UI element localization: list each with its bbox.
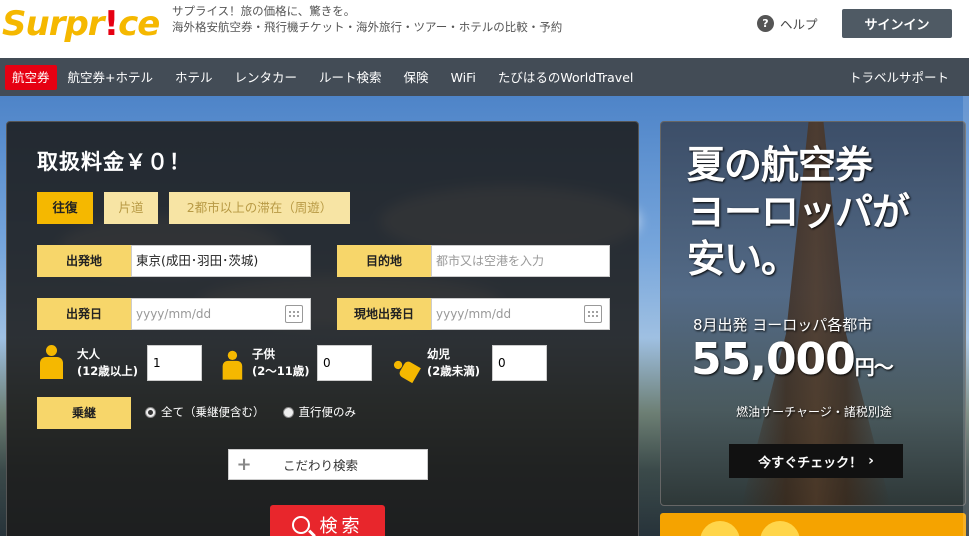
site-header: Surpr!ce サプライス！旅の価格に、驚きを。 海外格安航空券・飛行機チケッ… <box>0 0 969 58</box>
promo-note: 燃油サーチャージ・諸税別途 <box>736 405 892 419</box>
promo-check-button[interactable]: 今すぐチェック！ › <box>729 444 903 478</box>
destination-label: 目的地 <box>337 245 431 277</box>
transit-all-radio[interactable] <box>145 406 156 418</box>
flight-search-panel: 取扱料金￥０！ 往復 片道 2都市以上の滞在（周遊） 出発地 東京(成田･羽田･… <box>6 121 639 536</box>
site-tagline: サプライス！旅の価格に、驚きを。 海外格安航空券・飛行機チケット・海外旅行・ツア… <box>172 4 563 34</box>
promo-banner-secondary[interactable] <box>660 513 966 536</box>
promo-heading: 夏の航空券 ヨーロッパが 安い。 <box>687 143 910 281</box>
nav-item-rentacar[interactable]: レンタカー <box>224 65 309 90</box>
nav-item-hotel[interactable]: ホテル <box>164 65 224 90</box>
promo-price: 55,000円〜 <box>691 334 894 385</box>
plus-icon: + <box>236 454 252 475</box>
tab-roundtrip[interactable]: 往復 <box>37 192 93 224</box>
nav-item-flight-hotel[interactable]: 航空券+ホテル <box>57 65 164 90</box>
signin-button[interactable]: サインイン <box>842 9 952 38</box>
calendar-icon[interactable] <box>584 305 602 323</box>
child-count-input[interactable]: 0 <box>317 345 372 381</box>
infant-label: 幼児 (2歳未満) <box>427 347 481 378</box>
help-link[interactable]: ? ヘルプ <box>757 14 818 33</box>
child-label: 子供 (2〜11歳) <box>252 347 310 378</box>
question-icon: ? <box>757 15 774 32</box>
nav-item-travel-support[interactable]: トラベルサポート <box>849 65 949 90</box>
advanced-search-button[interactable]: + こだわり検索 <box>228 449 428 480</box>
depart-date-input[interactable]: yyyy/mm/dd <box>131 298 311 330</box>
return-date-label: 現地出発日 <box>337 298 431 330</box>
site-logo[interactable]: Surpr!ce <box>2 4 160 44</box>
search-icon <box>291 516 310 534</box>
tab-oneway[interactable]: 片道 <box>104 192 158 224</box>
infant-count-input[interactable]: 0 <box>492 345 547 381</box>
panel-title: 取扱料金￥０！ <box>37 150 191 174</box>
search-button[interactable]: 検索 <box>270 505 385 536</box>
transit-label: 乗継 <box>37 397 131 429</box>
origin-input[interactable]: 東京(成田･羽田･茨城) <box>131 245 311 277</box>
adult-count-input[interactable]: 1 <box>147 345 202 381</box>
transit-direct-radio[interactable] <box>282 406 294 418</box>
calendar-icon[interactable] <box>285 305 303 323</box>
infant-icon <box>389 355 422 385</box>
adult-label: 大人 (12歳以上) <box>77 347 139 378</box>
promo-subtitle: 8月出発 ヨーロッパ各都市 <box>693 316 873 334</box>
nav-item-route-search[interactable]: ルート検索 <box>308 65 393 90</box>
main-nav: 航空券 航空券+ホテル ホテル レンタカー ルート検索 保険 WiFi たびはる… <box>0 58 969 96</box>
tab-multicity[interactable]: 2都市以上の滞在（周遊） <box>169 192 350 224</box>
return-date-input[interactable]: yyyy/mm/dd <box>431 298 610 330</box>
nav-item-flights[interactable]: 航空券 <box>5 64 57 90</box>
depart-date-label: 出発日 <box>37 298 131 330</box>
nav-item-wifi[interactable]: WiFi <box>440 65 487 90</box>
child-icon <box>221 350 243 382</box>
chevron-right-icon: › <box>868 453 874 469</box>
origin-label: 出発地 <box>37 245 131 277</box>
page-scrollbar[interactable] <box>963 96 969 536</box>
nav-item-worldtravel[interactable]: たびはるのWorldTravel <box>487 65 644 90</box>
nav-item-insurance[interactable]: 保険 <box>393 65 440 90</box>
destination-input[interactable]: 都市又は空港を入力 <box>431 245 610 277</box>
promo-banner-europe[interactable]: 夏の航空券 ヨーロッパが 安い。 8月出発 ヨーロッパ各都市 55,000円〜 … <box>660 121 966 506</box>
transit-options: 全て（乗継便含む） 直行便のみ <box>145 404 374 420</box>
adult-icon <box>38 345 64 381</box>
